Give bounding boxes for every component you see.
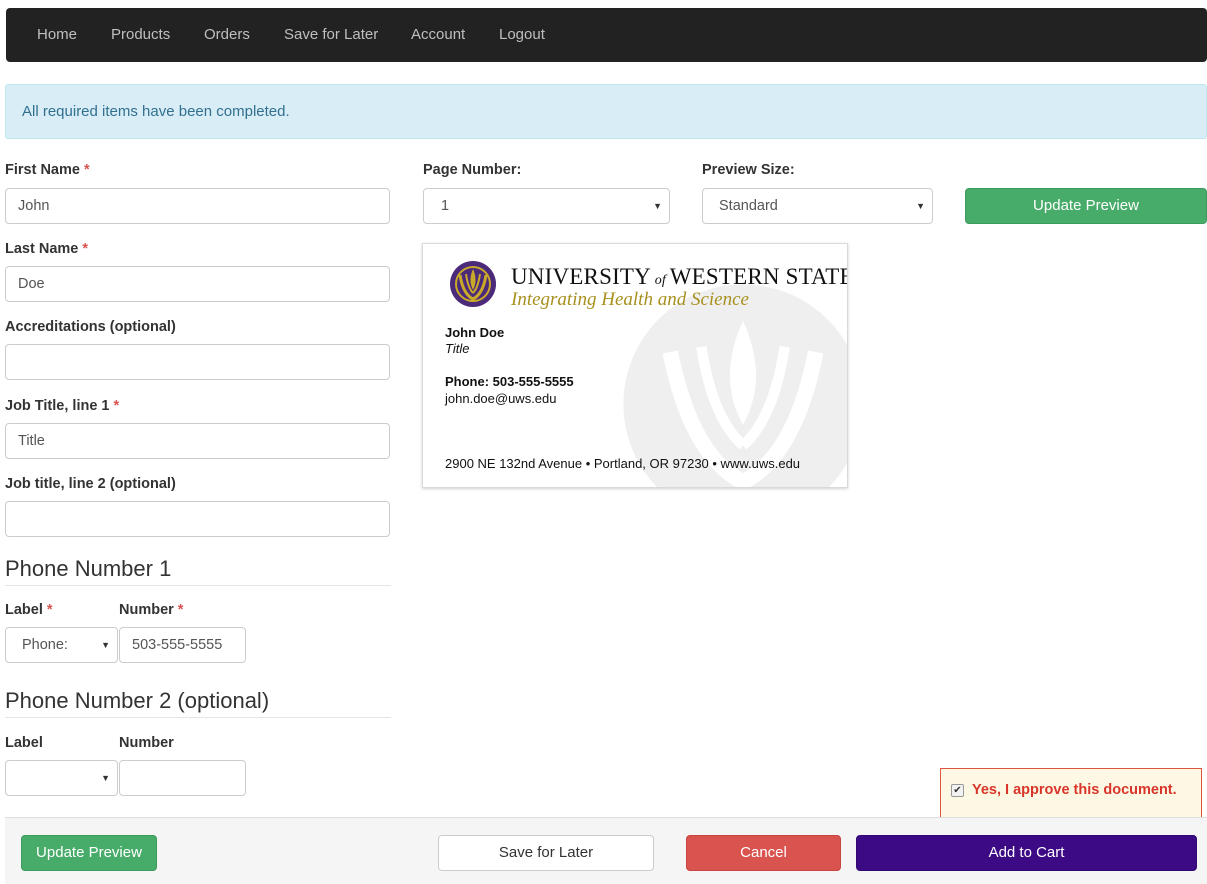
section-divider (5, 717, 391, 718)
card-name: John Doe (445, 325, 505, 340)
phone-1-number-label: Number * (119, 602, 184, 618)
phone-1-label-value: Phone: (22, 637, 68, 653)
chevron-down-icon: ▼ (653, 201, 662, 211)
approve-label[interactable]: Yes, I approve this document. (972, 782, 1177, 798)
phone-1-label-label: Label * (5, 602, 53, 618)
accreditations-label: Accreditations (optional) (5, 319, 176, 335)
cancel-button[interactable]: Cancel (686, 835, 841, 871)
job-title-2-input[interactable] (5, 501, 390, 537)
phone-1-heading: Phone Number 1 (5, 556, 172, 581)
preview-size-label: Preview Size: (702, 162, 795, 178)
preview-size-value: Standard (719, 198, 778, 214)
nav-account[interactable]: Account (411, 8, 465, 62)
required-marker: * (82, 241, 88, 257)
card-address: 2900 NE 132nd Avenue • Portland, OR 9723… (445, 456, 801, 471)
job-title-2-label: Job title, line 2 (optional) (5, 476, 176, 492)
nav-logout[interactable]: Logout (499, 8, 545, 62)
phone-2-heading: Phone Number 2 (optional) (5, 688, 270, 713)
accreditations-input[interactable] (5, 344, 390, 380)
university-tagline: Integrating Health and Science (511, 289, 749, 310)
save-for-later-button[interactable]: Save for Later (438, 835, 654, 871)
chevron-down-icon: ▼ (101, 773, 110, 783)
first-name-input[interactable] (5, 188, 390, 224)
add-to-cart-button[interactable]: Add to Cart (856, 835, 1197, 871)
chevron-down-icon: ▼ (101, 640, 110, 650)
page-number-value: 1 (441, 198, 450, 214)
required-marker: * (46, 602, 53, 618)
page-number-label: Page Number: (423, 162, 522, 178)
card-title: Title (445, 341, 470, 356)
nav-orders[interactable]: Orders (204, 8, 250, 62)
nav-products[interactable]: Products (111, 8, 170, 62)
last-name-label: Last Name * (5, 241, 88, 257)
nav-home[interactable]: Home (37, 8, 77, 62)
card-email: john.doe@uws.edu (445, 391, 557, 406)
job-title-1-label: Job Title, line 1 * (5, 398, 120, 414)
phone-2-label-label: Label (5, 735, 43, 751)
card-phone: Phone: 503-555-5555 (445, 374, 574, 389)
update-preview-button-top[interactable]: Update Preview (965, 188, 1207, 224)
phone-1-number-input[interactable] (119, 627, 246, 663)
university-name: UNIVERSITY of WESTERN STATES (511, 264, 848, 289)
page-number-select[interactable]: 1 ▼ (423, 188, 670, 224)
last-name-input[interactable] (5, 266, 390, 302)
required-marker: * (83, 162, 90, 178)
required-marker: * (177, 602, 184, 618)
phone-1-label-select[interactable]: Phone: ▼ (5, 627, 118, 663)
top-navbar: Home Products Orders Save for Later Acco… (6, 8, 1207, 62)
update-preview-button[interactable]: Update Preview (21, 835, 157, 871)
approve-panel: ✔ Yes, I approve this document. (940, 768, 1202, 818)
phone-2-label-select[interactable]: ▼ (5, 760, 118, 796)
chevron-down-icon: ▼ (916, 201, 925, 211)
phone-2-number-label: Number (119, 735, 174, 751)
university-logo-icon (450, 261, 496, 307)
phone-2-number-input[interactable] (119, 760, 246, 796)
business-card-preview: UNIVERSITY of WESTERN STATES Integrating… (422, 243, 848, 488)
approve-checkbox[interactable]: ✔ (951, 784, 964, 797)
completion-alert: All required items have been completed. (5, 84, 1207, 139)
job-title-1-input[interactable] (5, 423, 390, 459)
action-footer: Update Preview Save for Later Cancel Add… (5, 817, 1207, 884)
nav-save-for-later[interactable]: Save for Later (284, 8, 378, 62)
first-name-label: First Name * (5, 162, 90, 178)
required-marker: * (113, 398, 120, 414)
preview-size-select[interactable]: Standard ▼ (702, 188, 933, 224)
section-divider (5, 585, 391, 586)
